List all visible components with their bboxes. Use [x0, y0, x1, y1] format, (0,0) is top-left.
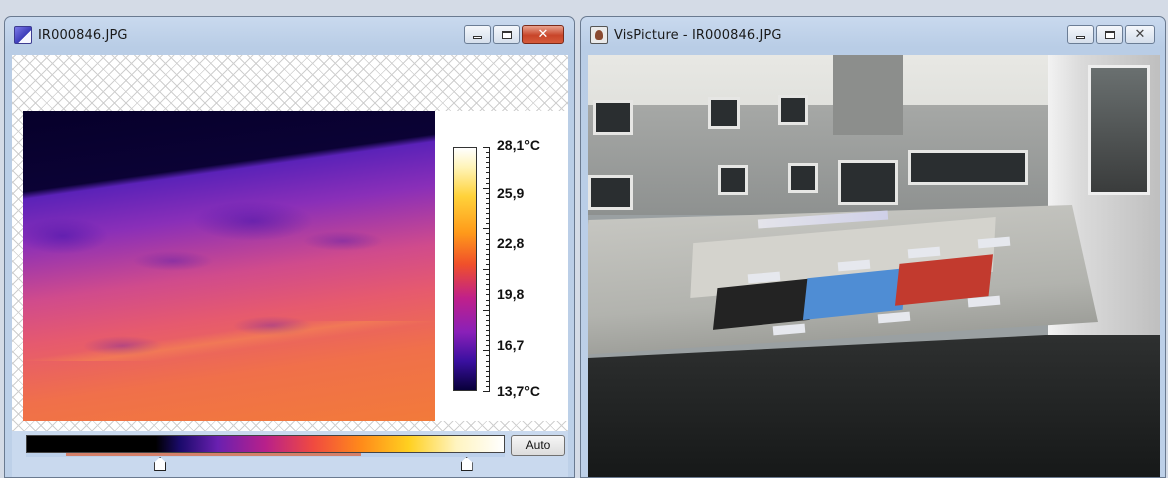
photo-building-window: [838, 160, 898, 205]
scale-tick: [486, 375, 490, 377]
visible-photo[interactable]: [588, 55, 1160, 477]
scale-tick: [486, 324, 490, 326]
scale-tick: [486, 294, 490, 296]
scale-tick: [486, 370, 490, 372]
photo-building-window: [588, 175, 633, 210]
palette-gradient[interactable]: [26, 435, 505, 453]
photo-building-window: [778, 95, 808, 125]
scale-tick: [486, 172, 490, 174]
scale-label: 19,8: [497, 286, 525, 302]
ir-close-button[interactable]: ✕: [522, 25, 564, 44]
photo-window-glass: [1088, 65, 1150, 195]
visible-picture-window[interactable]: VisPicture - IR000846.JPG ✕: [580, 16, 1166, 478]
scale-tick: [486, 223, 490, 225]
maximize-icon: [1104, 30, 1115, 39]
vis-maximize-button[interactable]: [1096, 25, 1123, 44]
scale-tick: [483, 309, 490, 311]
photo-building-tower: [833, 55, 903, 135]
temperature-scale: 28,1°C 25,9 22,8 19,8 16,7 13,7°C: [435, 111, 568, 421]
scale-tick: [486, 319, 490, 321]
thermal-image[interactable]: [23, 111, 435, 421]
scale-tick: [486, 258, 490, 260]
scale-tick: [486, 177, 490, 179]
scale-tick: [486, 248, 490, 250]
scale-tick: [486, 340, 490, 342]
range-handle-low[interactable]: [154, 457, 167, 471]
scale-label: 22,8: [497, 235, 525, 251]
scale-tick: [483, 147, 490, 148]
scale-tick: [486, 263, 490, 265]
scale-tick: [486, 238, 490, 240]
scale-tick: [486, 233, 490, 235]
scale-tick: [486, 162, 490, 164]
scale-tick: [486, 197, 490, 199]
scale-tick: [486, 299, 490, 301]
minimize-icon: [1076, 36, 1085, 39]
scale-tick: [486, 253, 490, 255]
ir-window-title: IR000846.JPG: [38, 27, 128, 43]
close-icon: ✕: [537, 27, 549, 42]
scale-tick: [486, 208, 490, 209]
ir-maximize-button[interactable]: [493, 25, 520, 44]
ir-minimize-button[interactable]: [464, 25, 491, 44]
scale-tick: [486, 213, 490, 215]
scale-tick: [486, 330, 490, 331]
scale-tick: [486, 345, 490, 347]
scale-label: 25,9: [497, 185, 525, 201]
range-handle-high[interactable]: [460, 457, 473, 471]
scale-tick: [486, 304, 490, 306]
photo-window-sill: [588, 335, 1160, 477]
scale-label-max: 28,1°C: [497, 137, 540, 153]
range-track[interactable]: [26, 453, 505, 457]
scale-tick: [486, 355, 490, 357]
scale-tick: [486, 314, 490, 316]
vis-window-title: VisPicture - IR000846.JPG: [614, 27, 782, 43]
photo-building-window: [718, 165, 748, 195]
scale-label: 16,7: [497, 337, 525, 353]
scale-tick: [486, 335, 490, 337]
scale-tick: [486, 167, 490, 169]
maximize-icon: [501, 30, 512, 39]
vis-minimize-button[interactable]: [1067, 25, 1094, 44]
ir-image-window[interactable]: IR000846.JPG ✕ 28,1°C 25,9 22,8 19,8 16,…: [4, 16, 575, 478]
scale-tick: [483, 350, 490, 352]
scale-tick: [483, 269, 490, 270]
scale-tick: [483, 391, 490, 392]
scale-tick: [486, 279, 490, 281]
scale-tick: [483, 228, 490, 230]
thermal-app-icon: [14, 26, 32, 44]
scale-tick: [486, 365, 490, 367]
photo-building-window: [593, 100, 633, 135]
photo-building-window: [788, 163, 818, 193]
scale-label-min: 13,7°C: [497, 383, 540, 399]
photo-building-window: [908, 150, 1028, 185]
photo-building-window: [708, 97, 740, 129]
range-selected: [66, 453, 361, 456]
scale-tick: [486, 182, 490, 184]
palette-range-bar: Auto: [12, 431, 568, 477]
scale-tick: [483, 187, 490, 189]
scale-tick: [486, 274, 490, 276]
temperature-colorbar: [453, 147, 477, 391]
scale-tick: [486, 360, 490, 362]
scale-tick: [486, 202, 490, 204]
scale-tick: [486, 243, 490, 245]
scale-tick: [486, 385, 490, 387]
vis-close-button[interactable]: ✕: [1125, 25, 1155, 44]
picture-app-icon: [590, 26, 608, 44]
scale-tick: [486, 380, 490, 382]
close-icon: ✕: [1134, 27, 1146, 42]
scale-tick: [486, 218, 490, 220]
auto-range-button[interactable]: Auto: [511, 435, 565, 456]
ir-canvas: 28,1°C 25,9 22,8 19,8 16,7 13,7°C: [12, 55, 568, 431]
scale-tick: [486, 152, 490, 154]
scale-tick: [486, 289, 490, 291]
scale-tick: [486, 192, 490, 194]
minimize-icon: [473, 36, 482, 39]
scale-tick: [486, 157, 490, 159]
scale-tick: [486, 284, 490, 286]
